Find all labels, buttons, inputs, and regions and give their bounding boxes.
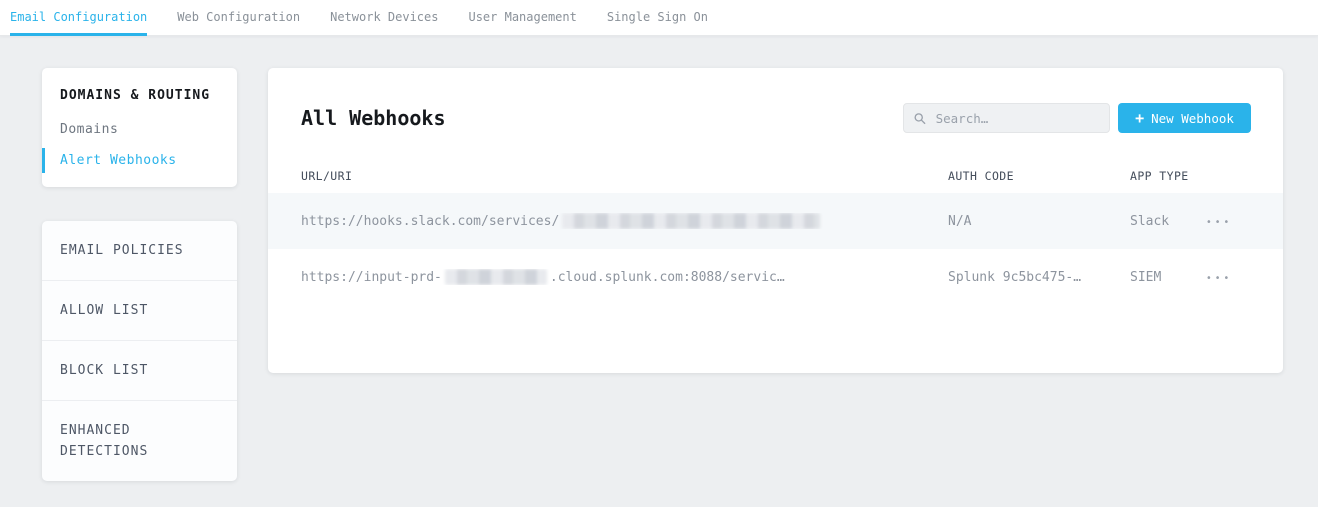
auth-code-cell: Splunk 9c5bc475-… xyxy=(948,270,1130,285)
redacted-url-segment xyxy=(445,269,547,285)
url-cell: https://hooks.slack.com/services/ xyxy=(301,213,948,229)
sidebar-item-block-list[interactable]: BLOCK LIST xyxy=(42,340,237,400)
app-type-cell: Slack xyxy=(1130,214,1206,229)
sidebar-item-enhanced-detections[interactable]: ENHANCED DETECTIONS xyxy=(42,400,237,481)
webhooks-panel: All Webhooks + New Webhook URL/URI AU xyxy=(268,68,1283,373)
column-header-auth-code: AUTH CODE xyxy=(948,169,1130,183)
new-webhook-label: New Webhook xyxy=(1151,111,1234,126)
new-webhook-button[interactable]: + New Webhook xyxy=(1118,103,1251,133)
sidebar-item-allow-list[interactable]: ALLOW LIST xyxy=(42,280,237,340)
tab-network-devices[interactable]: Network Devices xyxy=(330,0,438,35)
redacted-url-segment xyxy=(562,213,820,229)
row-actions-button[interactable]: ••• xyxy=(1206,273,1232,284)
page-body: DOMAINS & ROUTING Domains Alert Webhooks… xyxy=(0,36,1318,481)
sidebar-item-alert-webhooks[interactable]: Alert Webhooks xyxy=(60,148,219,173)
table-row: https://hooks.slack.com/services/ N/A Sl… xyxy=(268,193,1283,249)
top-navigation: Email Configuration Web Configuration Ne… xyxy=(0,0,1318,36)
auth-code-cell: N/A xyxy=(948,214,1130,229)
column-header-app-type: APP TYPE xyxy=(1130,169,1206,183)
sidebar-item-domains[interactable]: Domains xyxy=(60,117,219,142)
domains-routing-title: DOMAINS & ROUTING xyxy=(60,88,219,103)
tab-web-configuration[interactable]: Web Configuration xyxy=(177,0,300,35)
panel-header: All Webhooks + New Webhook xyxy=(268,68,1283,133)
url-prefix: https://input-prd- xyxy=(301,270,442,285)
domains-routing-card: DOMAINS & ROUTING Domains Alert Webhooks xyxy=(42,68,237,187)
tab-email-configuration[interactable]: Email Configuration xyxy=(10,0,147,35)
url-suffix: .cloud.splunk.com:8088/servic… xyxy=(550,270,785,285)
app-type-cell: SIEM xyxy=(1130,270,1206,285)
search-icon xyxy=(914,112,926,125)
panel-controls: + New Webhook xyxy=(903,103,1251,133)
table-row: https://input-prd- .cloud.splunk.com:808… xyxy=(268,249,1283,305)
page-title: All Webhooks xyxy=(301,103,446,133)
url-cell: https://input-prd- .cloud.splunk.com:808… xyxy=(301,269,948,285)
actions-cell: ••• xyxy=(1206,214,1283,229)
sidebar: DOMAINS & ROUTING Domains Alert Webhooks… xyxy=(42,68,237,481)
actions-cell: ••• xyxy=(1206,270,1283,285)
tab-user-management[interactable]: User Management xyxy=(468,0,576,35)
sidebar-section-list: EMAIL POLICIES ALLOW LIST BLOCK LIST ENH… xyxy=(42,221,237,481)
table-header-row: URL/URI AUTH CODE APP TYPE xyxy=(268,159,1283,193)
url-prefix: https://hooks.slack.com/services/ xyxy=(301,214,559,229)
column-header-url: URL/URI xyxy=(301,169,948,183)
tab-single-sign-on[interactable]: Single Sign On xyxy=(607,0,708,35)
search-box[interactable] xyxy=(903,103,1110,133)
webhooks-table: URL/URI AUTH CODE APP TYPE https://hooks… xyxy=(268,159,1283,305)
search-input[interactable] xyxy=(934,110,1099,127)
row-actions-button[interactable]: ••• xyxy=(1206,217,1232,228)
sidebar-item-email-policies[interactable]: EMAIL POLICIES xyxy=(42,221,237,280)
plus-icon: + xyxy=(1135,111,1144,126)
